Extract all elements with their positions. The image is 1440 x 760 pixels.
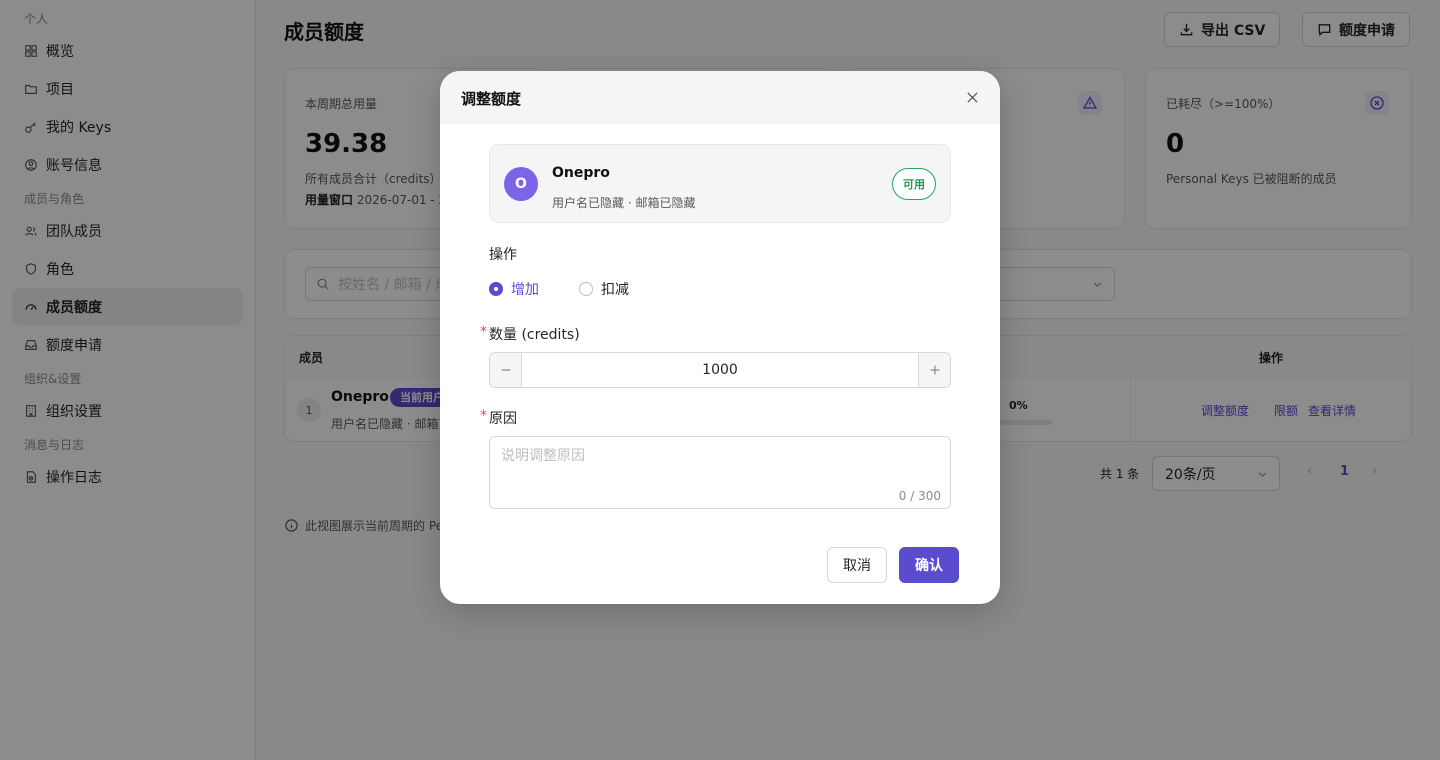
radio-add[interactable]: 增加 [489, 279, 539, 299]
close-icon[interactable] [965, 90, 980, 105]
radio-dot [579, 282, 593, 296]
avatar: O [504, 167, 538, 201]
member-sub: 用户名已隐藏 · 邮箱已隐藏 [552, 196, 696, 210]
increment-button[interactable] [918, 353, 950, 387]
amount-label: 数量 (credits) [489, 327, 580, 343]
radio-deduct-label: 扣减 [601, 282, 629, 298]
member-name: Onepro [552, 165, 610, 181]
plus-icon [930, 365, 939, 375]
dialog-title: 调整额度 [461, 90, 522, 108]
char-counter: 0 / 300 [898, 489, 941, 503]
quantity-stepper: 1000 [489, 352, 951, 388]
reason-placeholder: 说明调整原因 [501, 448, 585, 464]
reason-textarea[interactable]: 说明调整原因 0 / 300 [489, 436, 951, 509]
radio-deduct[interactable]: 扣减 [579, 279, 629, 299]
adjust-quota-dialog: 调整额度 O Onepro 用户名已隐藏 · 邮箱已隐藏 可用 操作 增加 扣减… [440, 71, 1000, 604]
operation-label: 操作 [489, 247, 517, 263]
dialog-header: 调整额度 [440, 71, 1000, 124]
member-summary-card: O Onepro 用户名已隐藏 · 邮箱已隐藏 可用 [489, 144, 951, 223]
radio-add-label: 增加 [511, 282, 539, 298]
required-mark: * [480, 324, 487, 340]
amount-input[interactable]: 1000 [523, 353, 917, 387]
minus-icon [501, 369, 510, 371]
reason-label: 原因 [489, 411, 517, 427]
status-badge: 可用 [892, 168, 936, 200]
decrement-button[interactable] [490, 353, 522, 387]
confirm-button[interactable]: 确认 [899, 547, 959, 583]
required-mark: * [480, 408, 487, 424]
radio-dot [489, 282, 503, 296]
cancel-button[interactable]: 取消 [827, 547, 887, 583]
